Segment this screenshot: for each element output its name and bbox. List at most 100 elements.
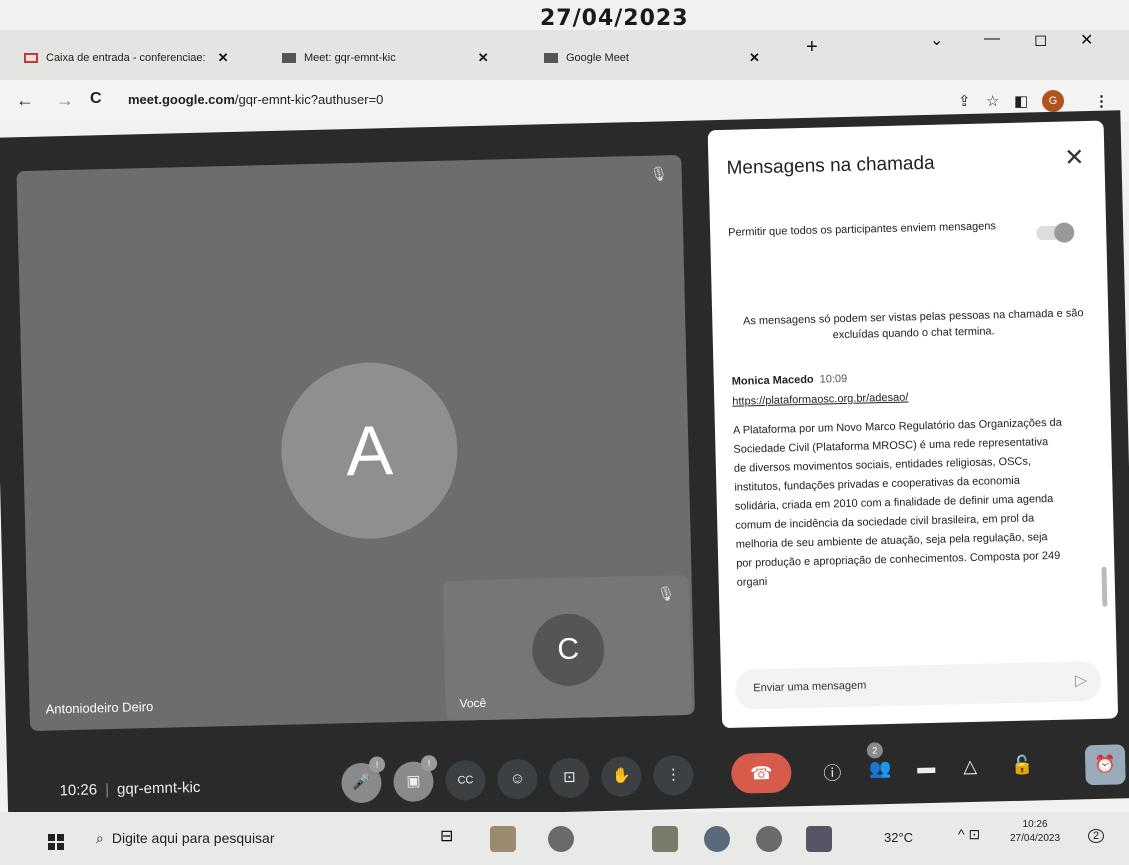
task-view-icon[interactable]: ⊟ (440, 826, 466, 852)
chrome-icon[interactable] (756, 826, 782, 852)
tab-search-icon[interactable]: ⌄ (930, 30, 943, 50)
edge-icon[interactable] (704, 826, 730, 852)
tab-label: Meet: gqr-emnt-kic (304, 52, 396, 64)
file-explorer-icon[interactable] (490, 826, 516, 852)
message-input[interactable]: Enviar uma mensagem ▷ (734, 660, 1102, 710)
self-tile: 🎙 C Você (442, 574, 692, 721)
url-host: meet.google.com (128, 92, 235, 107)
permission-label: Permitir que todos os participantes envi… (728, 220, 997, 239)
forward-button[interactable]: → (56, 90, 74, 111)
app-icon[interactable] (652, 826, 678, 852)
network-icon[interactable]: ⊡ (968, 826, 980, 842)
sender-name: Monica Macedo (731, 373, 814, 388)
captions-button[interactable]: CC (444, 759, 486, 801)
url-path: /gqr-emnt-kic?authuser=0 (234, 92, 384, 107)
message-text: A Plataforma por um Novo Marco Regulatór… (732, 416, 1062, 589)
tab-meet[interactable]: Meet: gqr-emnt-kic ✕ (282, 44, 489, 72)
minimize-button[interactable]: — (984, 30, 1000, 48)
new-tab-button[interactable]: + (806, 36, 818, 59)
close-tab-icon[interactable]: ✕ (749, 50, 760, 66)
message-sender: Monica Macedo 10:09 (732, 373, 848, 388)
windows-start-icon[interactable] (48, 834, 64, 850)
mic-off-icon: 🎙 (649, 165, 668, 182)
search-placeholder: Digite aqui para pesquisar (111, 830, 275, 846)
tray-area: ^ ⊡ (958, 826, 980, 843)
profile-avatar[interactable]: G (1042, 90, 1064, 112)
weather-widget[interactable]: 32°C (884, 830, 913, 845)
taskbar-clock[interactable]: 10:26 27/04/2023 (1010, 818, 1060, 846)
search-icon: ⌕ (96, 830, 104, 846)
chat-icon[interactable]: ▬ (917, 757, 936, 778)
alert-badge: ! (420, 755, 438, 772)
tab-label: Google Meet (566, 52, 629, 64)
meeting-info: 10:26 | gqr-emnt-kic (59, 779, 200, 799)
notification-icon[interactable]: 2 (1088, 826, 1105, 844)
people-count: 2 (866, 742, 884, 759)
close-tab-icon[interactable]: ✕ (218, 50, 229, 66)
meeting-time: 10:26 (59, 781, 98, 800)
send-icon[interactable]: ▷ (1075, 670, 1088, 690)
permission-toggle[interactable] (1036, 222, 1075, 243)
notification-count: 2 (1088, 829, 1105, 843)
browser-icon[interactable] (548, 826, 574, 852)
meet-stage: 🎙 A Antoniodeiro Deiro 🎙 C Você Mensagen… (0, 110, 1129, 826)
emoji-button[interactable]: ☺ (496, 758, 538, 800)
menu-icon[interactable]: ⋮ (1094, 92, 1109, 110)
tab-label: Caixa de entrada - conferenciae: (46, 52, 206, 64)
clock-date: 27/04/2023 (1010, 833, 1061, 844)
taskbar: ⌕ Digite aqui para pesquisar ⊟ 32°C ^ ⊡ 1… (0, 812, 1129, 865)
tab-google-meet[interactable]: Google Meet ✕ (544, 44, 760, 72)
self-avatar: C (531, 612, 606, 687)
meet-icon (544, 53, 558, 63)
clock-time: 10:26 (1022, 819, 1048, 830)
side-panel-icon[interactable]: ◧ (1014, 92, 1028, 110)
people-button[interactable]: 2 👥 (866, 742, 892, 780)
alert-badge: ! (368, 756, 386, 773)
message-time: 10:09 (819, 372, 848, 386)
participant-name: Antoniodeiro Deiro (45, 699, 154, 717)
meet-icon (282, 53, 296, 63)
url-field[interactable]: meet.google.com/gqr-emnt-kic?authuser=0 (128, 92, 383, 107)
chat-scrollbar[interactable] (1101, 566, 1108, 607)
chat-title: Mensagens na chamada (726, 152, 935, 179)
alarm-icon[interactable]: ⏰ (1084, 744, 1126, 786)
activities-icon[interactable]: △ (963, 756, 977, 777)
present-button[interactable]: ⊡ (548, 757, 590, 799)
maximize-button[interactable]: ◻ (1034, 30, 1047, 50)
tab-inbox[interactable]: Caixa de entrada - conferenciae: ✕ (24, 44, 229, 72)
leave-call-button[interactable]: ☎ (730, 752, 792, 794)
mic-off-icon: 🎙 (656, 585, 676, 602)
reload-button[interactable]: C (90, 90, 102, 108)
share-icon[interactable]: ⇪ (958, 92, 971, 110)
message-link[interactable]: https://plataformaosc.org.br/adesao/ (732, 391, 908, 407)
info-icon[interactable]: ⓘ (823, 759, 842, 785)
date-stamp: 27/04/2023 (540, 6, 689, 31)
back-button[interactable]: ← (16, 90, 34, 111)
toggle-knob (1054, 222, 1075, 243)
close-tab-icon[interactable]: ✕ (478, 50, 489, 66)
word-icon[interactable] (806, 826, 832, 852)
raise-hand-button[interactable]: ✋ (600, 756, 642, 798)
mic-button[interactable]: 🎤! (341, 756, 386, 804)
message-placeholder: Enviar uma mensagem (753, 679, 867, 695)
self-name: Você (459, 695, 487, 711)
participant-avatar: A (279, 360, 460, 541)
mic-icon: 🎤 (351, 773, 372, 792)
close-chat-button[interactable]: ✕ (1064, 143, 1085, 172)
star-icon[interactable]: ☆ (986, 92, 999, 110)
tray-up-icon[interactable]: ^ (958, 826, 965, 842)
camera-button[interactable]: ▣! (392, 755, 438, 803)
meeting-code: gqr-emnt-kic (116, 778, 201, 798)
close-window-button[interactable]: ✕ (1080, 30, 1093, 50)
people-icon: 👥 (869, 757, 892, 779)
host-controls-icon[interactable]: 🔓 (1011, 755, 1034, 777)
chat-notice: As mensagens só podem ser vistas pelas p… (742, 307, 1084, 342)
separator: | (104, 781, 110, 799)
chat-panel: Mensagens na chamada ✕ Permitir que todo… (707, 120, 1119, 729)
more-options-button[interactable]: ⋮ (652, 754, 694, 796)
tab-bar: Caixa de entrada - conferenciae: ✕ Meet:… (0, 30, 1129, 80)
control-bar: 10:26 | gqr-emnt-kic 🎤! ▣! CC ☺ ⊡ ✋ ⋮ ☎ ⓘ … (7, 728, 1129, 826)
camera-icon: ▣ (406, 772, 421, 790)
gmail-icon (24, 53, 38, 63)
taskbar-search[interactable]: ⌕ Digite aqui para pesquisar (96, 830, 275, 847)
